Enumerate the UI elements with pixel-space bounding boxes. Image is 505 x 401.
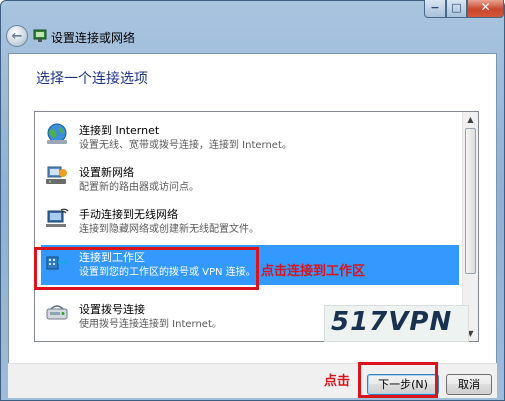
close-button[interactable]: ✕ <box>467 0 504 18</box>
back-arrow-icon: ← <box>11 29 23 44</box>
scroll-up-icon[interactable]: ▲ <box>463 112 478 127</box>
annotation-highlight-workplace <box>34 247 259 290</box>
option-description: 使用拨号连接连接到 Internet。 <box>79 319 222 330</box>
annotation-highlight-next <box>358 362 438 398</box>
annotation-workplace-text: 点击连接到工作区 <box>261 264 366 279</box>
router-setup-icon <box>46 166 67 184</box>
option-connect-internet[interactable]: 连接到 Internet 设置无线、宽带或拨号连接，连接到 Internet。 <box>41 118 459 158</box>
dialog-content: 选择一个连接选项 连接到 Internet 设置无线、宽带或拨号连接，连接到 I… <box>8 53 497 398</box>
network-title-icon <box>33 29 47 42</box>
watermark-logo: 517VPN <box>324 305 469 342</box>
window-title: 设置连接或网络 <box>51 31 136 45</box>
page-heading: 选择一个连接选项 <box>36 71 148 87</box>
back-button[interactable]: ← <box>6 25 28 47</box>
globe-network-icon <box>47 123 67 144</box>
option-description: 设置无线、宽带或拨号连接，连接到 Internet。 <box>79 140 292 151</box>
option-manual-wireless[interactable]: 手动连接到无线网络 连接到隐藏网络或创建新无线配置文件。 <box>41 202 459 242</box>
option-description: 配置新的路由器或访问点。 <box>79 182 199 193</box>
minimize-button[interactable]: − <box>424 0 446 18</box>
cancel-button[interactable]: 取消 <box>446 374 492 395</box>
option-new-network[interactable]: 设置新网络 配置新的路由器或访问点。 <box>41 160 459 200</box>
annotation-next-text: 点击 <box>324 374 351 389</box>
minimize-icon: − <box>430 1 440 14</box>
maximize-button[interactable]: □ <box>446 0 467 18</box>
wireless-computer-icon <box>46 208 69 227</box>
maximize-icon: □ <box>451 1 462 14</box>
scroll-thumb[interactable] <box>465 128 476 274</box>
dialup-modem-icon <box>46 305 68 320</box>
option-description: 连接到隐藏网络或创建新无线配置文件。 <box>79 224 259 235</box>
close-icon: ✕ <box>480 0 491 14</box>
